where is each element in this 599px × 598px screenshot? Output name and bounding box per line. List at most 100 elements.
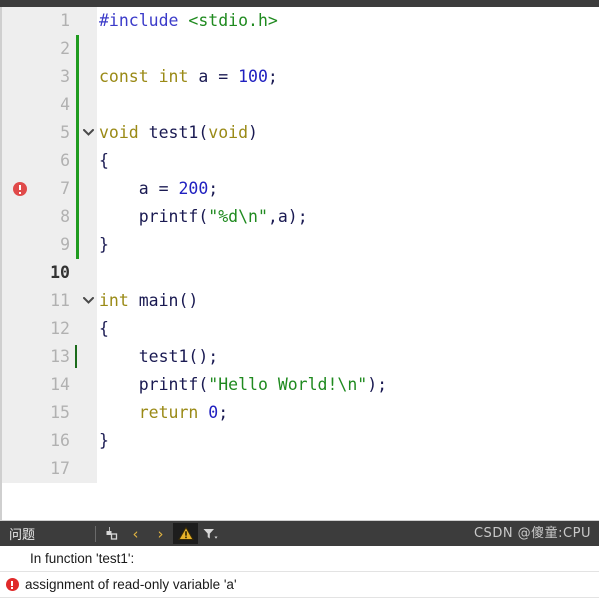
code-line[interactable]: 6{ <box>0 147 599 175</box>
gutter[interactable]: 7 <box>2 175 97 203</box>
problems-list[interactable]: In function 'test1': assignment of read-o… <box>0 546 599 598</box>
code-text[interactable]: #include <stdio.h> <box>99 7 278 35</box>
problems-panel[interactable]: 问题 ‹ › CSDN @傻童:CPU In function 'test1': a… <box>0 520 599 598</box>
gutter[interactable]: 2 <box>2 35 97 63</box>
code-line[interactable]: 12 { <box>0 315 599 343</box>
gutter[interactable]: 16 <box>2 427 97 455</box>
error-icon <box>0 578 24 591</box>
code-token: "%d\n" <box>208 207 268 226</box>
gutter[interactable]: 9 <box>2 231 97 259</box>
code-line[interactable]: 2 <box>0 35 599 63</box>
code-line[interactable]: 14 printf("Hello World!\n"); <box>0 371 599 399</box>
problem-message: assignment of read-only variable 'a' <box>25 577 237 592</box>
code-text[interactable]: test1(); <box>99 343 218 371</box>
code-line[interactable]: 8 printf("%d\n",a); <box>0 203 599 231</box>
code-text[interactable]: { <box>99 147 109 175</box>
code-token: } <box>99 235 109 254</box>
gutter[interactable]: 5 <box>2 119 97 147</box>
window-top-strip <box>0 0 599 7</box>
gutter[interactable]: 3 <box>2 63 97 91</box>
code-line[interactable]: 15 return 0; <box>0 399 599 427</box>
code-line[interactable]: 7 a = 200; <box>0 175 599 203</box>
chevron-glyph: ‹ <box>132 524 139 543</box>
code-token: #include <box>99 11 189 30</box>
code-line[interactable]: 4 <box>0 91 599 119</box>
code-line[interactable]: 16} <box>0 427 599 455</box>
error-badge <box>5 578 19 591</box>
line-number: 16 <box>50 431 70 450</box>
problem-row[interactable]: assignment of read-only variable 'a' <box>0 572 599 598</box>
modified-lines-indicator <box>76 35 79 63</box>
line-number: 1 <box>60 11 70 30</box>
code-line[interactable]: 5 void test1(void) <box>0 119 599 147</box>
code-token: { <box>99 319 109 338</box>
code-text[interactable]: { <box>99 315 109 343</box>
code-line[interactable]: 13 test1(); <box>0 343 599 371</box>
code-text[interactable]: int main() <box>99 287 198 315</box>
next-icon[interactable]: › <box>148 523 173 544</box>
gutter[interactable]: 8 <box>2 203 97 231</box>
problem-message: In function 'test1': <box>30 551 135 566</box>
warning-icon[interactable] <box>173 523 199 544</box>
filter-icon[interactable] <box>198 523 223 544</box>
code-text[interactable]: printf("%d\n",a); <box>99 203 308 231</box>
code-line[interactable]: 17 <box>0 455 599 483</box>
code-token: printf( <box>99 375 209 394</box>
code-token: 0 <box>208 403 219 422</box>
code-token: 200 <box>178 179 209 198</box>
line-number: 7 <box>60 179 70 198</box>
code-text[interactable]: a = 200; <box>99 175 219 203</box>
code-token: a = <box>99 179 179 198</box>
gutter[interactable]: 17 <box>2 455 97 483</box>
line-number: 13 <box>50 347 70 366</box>
gutter[interactable]: 10 <box>2 259 97 287</box>
previous-icon[interactable]: ‹ <box>123 523 148 544</box>
toolbar-divider <box>95 525 97 542</box>
code-text[interactable]: } <box>99 427 109 455</box>
editor-area[interactable]: 1 #include <stdio.h> 2 3 const int a = 100; 4… <box>0 7 599 520</box>
code-token: const int <box>99 67 199 86</box>
code-text[interactable]: void test1(void) <box>99 119 258 147</box>
line-number: 9 <box>60 235 70 254</box>
code-token: "Hello World!\n" <box>208 375 368 394</box>
code-token: 100 <box>238 67 268 86</box>
line-number: 2 <box>60 39 70 58</box>
gutter[interactable]: 6 <box>2 147 97 175</box>
code-line[interactable]: 1 #include <stdio.h> <box>0 7 599 35</box>
code-line[interactable]: 11 int main() <box>0 287 599 315</box>
csdn-watermark: CSDN @傻童:CPU <box>473 526 591 541</box>
problems-panel-title: 问题 <box>9 528 36 543</box>
code-text[interactable]: } <box>99 231 109 259</box>
code-text[interactable]: printf("Hello World!\n"); <box>99 371 387 399</box>
gutter[interactable]: 14 <box>2 371 97 399</box>
gutter[interactable]: 13 <box>2 343 97 371</box>
line-number: 3 <box>60 67 70 86</box>
line-number: 6 <box>60 151 70 170</box>
code-editor-window: 1 #include <stdio.h> 2 3 const int a = 100; 4… <box>0 0 599 598</box>
gutter[interactable]: 12 <box>2 315 97 343</box>
problem-row[interactable]: In function 'test1': <box>0 546 599 572</box>
gutter[interactable]: 15 <box>2 399 97 427</box>
chevron-down-icon[interactable] <box>78 287 98 315</box>
modified-lines-indicator <box>76 203 79 231</box>
gutter[interactable]: 1 <box>2 7 97 35</box>
code-line-list[interactable]: 1 #include <stdio.h> 2 3 const int a = 100; 4… <box>0 7 599 483</box>
code-token: ,a); <box>267 207 308 226</box>
code-line[interactable]: 10 <box>0 259 599 287</box>
code-token: printf( <box>99 207 209 226</box>
code-token: <stdio.h> <box>188 11 278 30</box>
code-line[interactable]: 3 const int a = 100; <box>0 63 599 91</box>
modified-lines-indicator <box>76 147 79 175</box>
gutter[interactable]: 4 <box>2 91 97 119</box>
chevron-down-icon[interactable] <box>78 119 98 147</box>
code-line[interactable]: 9} <box>0 231 599 259</box>
code-token: int <box>99 291 139 310</box>
clear-icon[interactable] <box>98 523 123 544</box>
code-text[interactable]: const int a = 100; <box>99 63 278 91</box>
line-number: 4 <box>60 95 70 114</box>
gutter[interactable]: 11 <box>2 287 97 315</box>
problems-toolbar[interactable]: ‹ › <box>98 523 223 544</box>
problems-panel-header[interactable]: 问题 ‹ › CSDN @傻童:CPU <box>0 521 599 546</box>
line-number: 11 <box>50 291 70 310</box>
code-text[interactable]: return 0; <box>99 399 228 427</box>
